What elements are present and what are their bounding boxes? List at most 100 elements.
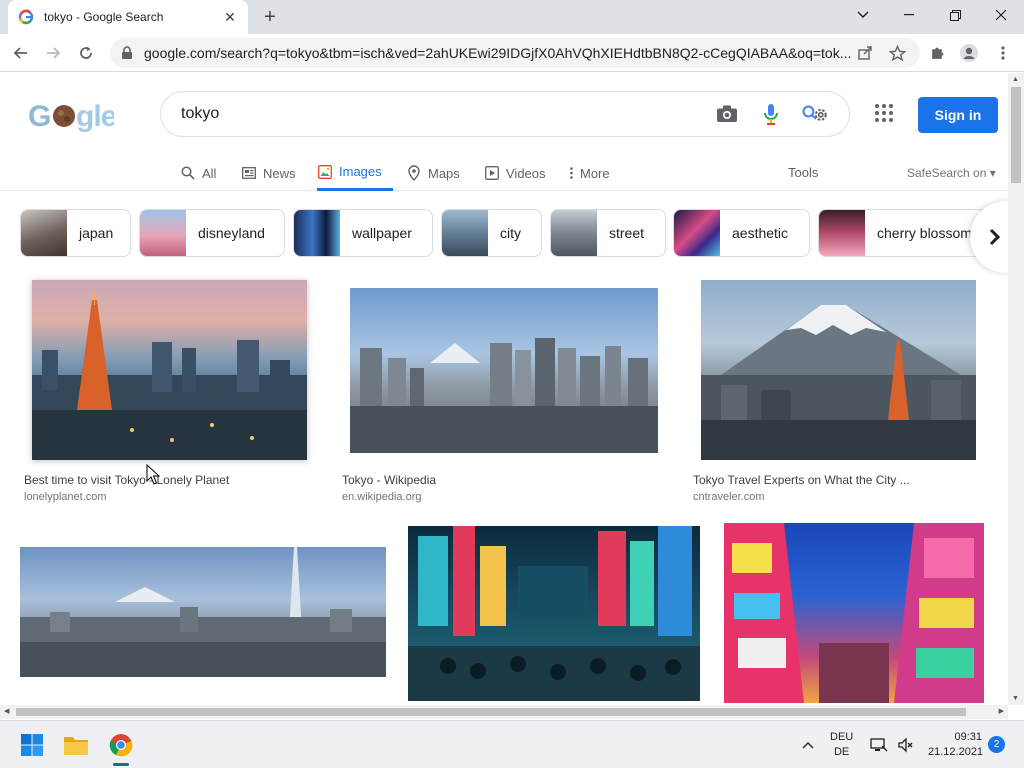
scroll-left-icon[interactable]: ◀ <box>4 707 9 715</box>
google-apps-button[interactable] <box>874 103 898 127</box>
profile-button[interactable] <box>958 42 980 64</box>
result-title[interactable]: Tokyo - Wikipedia <box>342 473 436 487</box>
camera-search-icon[interactable] <box>713 100 741 128</box>
image-result[interactable] <box>724 523 984 705</box>
result-image <box>724 523 984 703</box>
tab-images-label: Images <box>339 164 382 179</box>
menu-button[interactable] <box>992 42 1014 64</box>
tab-maps[interactable]: Maps <box>406 155 460 191</box>
scroll-right-icon[interactable]: ▶ <box>999 707 1004 715</box>
back-button[interactable] <box>8 40 34 66</box>
chip-wallpaper[interactable]: wallpaper <box>293 209 433 257</box>
horizontal-scrollbar[interactable]: ◀ ▶ <box>0 705 1008 719</box>
chip-city[interactable]: city <box>441 209 542 257</box>
horizontal-scroll-thumb[interactable] <box>16 708 966 716</box>
search-box[interactable]: tokyo <box>160 91 850 137</box>
image-result[interactable]: Tokyo - Wikipedia en.wikipedia.org <box>338 280 668 508</box>
image-result[interactable]: Best time to visit Tokyo - Lonely Planet… <box>20 280 318 508</box>
vertical-scroll-thumb[interactable] <box>1011 87 1021 183</box>
result-image <box>32 280 307 460</box>
skytree-skyline-photo <box>20 547 386 677</box>
chip-thumbnail <box>551 210 597 256</box>
image-result[interactable]: Tokyo Travel Experts on What the City ..… <box>689 280 987 508</box>
vertical-scrollbar[interactable]: ▲ ▼ <box>1008 73 1024 705</box>
browser-tab[interactable]: tokyo - Google Search ✕ <box>8 0 248 34</box>
browser-toolbar: google.com/search?q=tokyo&tbm=isch&ved=2… <box>0 34 1024 72</box>
bookmark-button[interactable] <box>886 42 908 64</box>
microphone-icon[interactable] <box>757 100 785 128</box>
chip-street[interactable]: street <box>550 209 666 257</box>
more-vert-icon <box>568 165 574 181</box>
tab-videos[interactable]: Videos <box>484 155 546 191</box>
share-button[interactable] <box>854 42 876 64</box>
news-icon <box>241 165 257 181</box>
chip-label: japan <box>79 225 114 241</box>
chip-thumbnail <box>140 210 186 256</box>
image-result[interactable] <box>20 523 386 705</box>
chip-label: wallpaper <box>352 225 412 241</box>
tab-search-button[interactable] <box>840 0 886 30</box>
apps-grid-icon <box>875 104 893 122</box>
result-image <box>20 547 386 677</box>
scroll-down-icon[interactable]: ▼ <box>1012 695 1019 702</box>
chip-aesthetic[interactable]: aesthetic <box>673 209 810 257</box>
system-clock[interactable]: 09:31 21.12.2021 <box>928 730 983 760</box>
input-language-indicator[interactable]: DEU DE <box>830 730 853 760</box>
active-app-indicator <box>113 763 129 766</box>
sign-in-button[interactable]: Sign in <box>918 97 998 133</box>
clock-time: 09:31 <box>954 731 982 743</box>
chip-disneyland[interactable]: disneyland <box>139 209 285 257</box>
tab-images[interactable]: Images <box>317 155 393 191</box>
notification-badge[interactable]: 2 <box>988 736 1005 753</box>
chevron-right-icon <box>989 228 1001 246</box>
start-button[interactable] <box>18 731 46 759</box>
extensions-button[interactable] <box>926 42 948 64</box>
speaker-muted-icon <box>898 737 913 753</box>
tab-news[interactable]: News <box>241 155 296 191</box>
tab-all[interactable]: All <box>180 155 216 191</box>
chrome-taskbar-button[interactable] <box>107 731 135 759</box>
new-tab-button[interactable]: + <box>258 6 282 30</box>
tools-button[interactable]: Tools <box>788 165 818 180</box>
tab-title: tokyo - Google Search <box>44 10 164 24</box>
search-settings-icon[interactable] <box>801 100 829 128</box>
volume-button[interactable] <box>894 731 916 759</box>
chip-japan[interactable]: japan <box>20 209 131 257</box>
network-button[interactable] <box>868 731 890 759</box>
pin-icon <box>406 165 422 181</box>
result-source[interactable]: lonelyplanet.com <box>24 491 107 503</box>
chip-cherry-blossom[interactable]: cherry blossom <box>818 209 993 257</box>
search-input[interactable]: tokyo <box>181 105 697 123</box>
tray-expand-button[interactable] <box>796 731 820 759</box>
safesearch-dropdown[interactable]: SafeSearch on ▾ <box>907 166 996 180</box>
google-doodle-logo[interactable]: G gle <box>28 99 118 141</box>
address-bar[interactable]: google.com/search?q=tokyo&tbm=isch&ved=2… <box>110 38 920 68</box>
chip-label: street <box>609 225 645 241</box>
image-result[interactable] <box>408 526 700 705</box>
result-title[interactable]: Best time to visit Tokyo - Lonely Planet <box>24 473 229 487</box>
file-explorer-button[interactable] <box>62 731 90 759</box>
result-title[interactable]: Tokyo Travel Experts on What the City ..… <box>693 473 910 487</box>
search-type-tabs: All News Images Maps Videos More Tools S… <box>0 155 1008 191</box>
tab-close-icon[interactable]: ✕ <box>222 9 238 25</box>
scroll-up-icon[interactable]: ▲ <box>1012 76 1019 83</box>
close-window-button[interactable] <box>978 0 1024 30</box>
svg-text:gle: gle <box>76 100 114 133</box>
minimize-button[interactable] <box>886 0 932 30</box>
result-image <box>350 288 658 453</box>
result-source[interactable]: en.wikipedia.org <box>342 491 422 503</box>
tab-all-label: All <box>202 165 217 181</box>
chip-label: aesthetic <box>732 225 789 241</box>
restore-button[interactable] <box>932 0 978 30</box>
folder-icon <box>64 737 88 755</box>
result-source[interactable]: cntraveler.com <box>693 491 765 503</box>
reload-button[interactable] <box>73 40 99 66</box>
avatar-icon <box>960 44 978 62</box>
result-image <box>408 526 700 701</box>
chip-label: disneyland <box>198 225 265 241</box>
tab-more[interactable]: More <box>568 155 610 191</box>
tab-strip: tokyo - Google Search ✕ + <box>0 0 1024 34</box>
akihabara-photo <box>724 523 984 703</box>
network-icon <box>870 738 888 752</box>
forward-button[interactable] <box>40 40 66 66</box>
